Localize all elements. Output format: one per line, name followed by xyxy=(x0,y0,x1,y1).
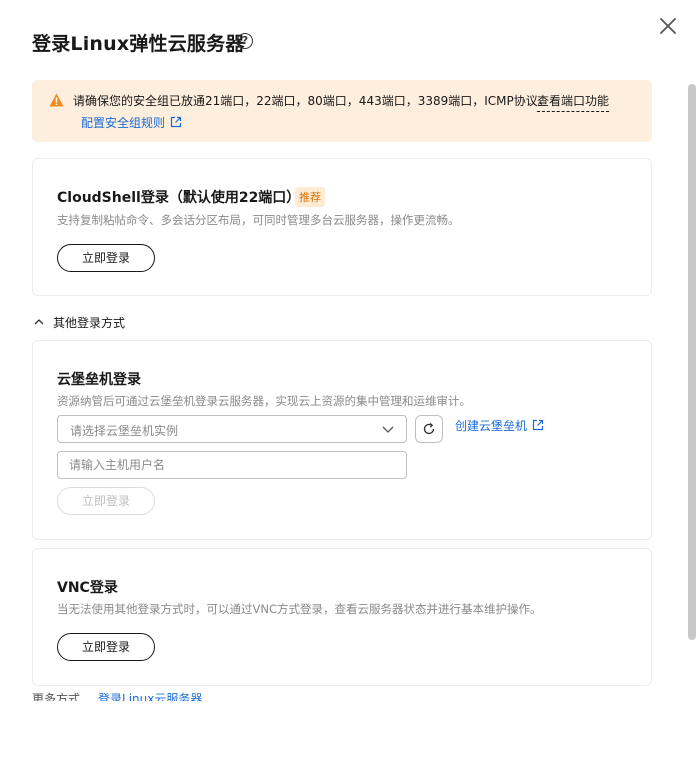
create-bastion-label: 创建云堡垒机 xyxy=(455,419,528,433)
other-methods-label: 其他登录方式 xyxy=(53,316,126,330)
cloudshell-card: CloudShell登录（默认使用22端口） 推荐 支持复制粘帖命令、多会话分区… xyxy=(32,158,652,296)
cloudshell-description: 支持复制粘帖命令、多会话分区布局，可同时管理多台云服务器，操作更流畅。 xyxy=(57,213,460,227)
cloudshell-login-button[interactable]: 立即登录 xyxy=(57,244,155,272)
help-icon[interactable]: ? xyxy=(237,33,253,49)
linux-login-guide-link[interactable]: 登录Linux云服务器 xyxy=(98,692,202,701)
vnc-title: VNC登录 xyxy=(57,580,118,596)
external-link-icon xyxy=(170,116,182,128)
scrollbar-thumb[interactable] xyxy=(688,84,696,640)
bastion-description: 资源纳管后可通过云堡垒机登录云服务器，实现云上资源的集中管理和运维审计。 xyxy=(57,394,471,408)
vnc-description: 当无法使用其他登录方式时，可以通过VNC方式登录，查看云服务器状态并进行基本维护… xyxy=(57,602,542,616)
vnc-card: VNC登录 当无法使用其他登录方式时，可以通过VNC方式登录，查看云服务器状态并… xyxy=(32,548,652,686)
bastion-title: 云堡垒机登录 xyxy=(57,372,141,388)
vnc-login-button[interactable]: 立即登录 xyxy=(57,633,155,661)
warning-icon xyxy=(49,93,64,107)
chevron-up-icon xyxy=(34,319,44,325)
cloudshell-title: CloudShell登录（默认使用22端口） xyxy=(57,190,301,206)
close-icon[interactable] xyxy=(656,14,680,38)
bastion-card: 云堡垒机登录 资源纳管后可通过云堡垒机登录云服务器，实现云上资源的集中管理和运维… xyxy=(32,340,652,540)
other-methods-toggle[interactable]: 其他登录方式 xyxy=(34,314,125,331)
host-username-input[interactable] xyxy=(57,451,407,479)
bastion-instance-select[interactable]: 请选择云堡垒机实例 xyxy=(57,415,407,443)
view-ports-link[interactable]: 查看端口功能 xyxy=(537,92,610,112)
bastion-login-button[interactable]: 立即登录 xyxy=(57,487,155,515)
configure-security-rules-label: 配置安全组规则 xyxy=(81,116,166,130)
recommended-badge: 推荐 xyxy=(295,187,325,207)
configure-security-rules-link[interactable]: 配置安全组规则 xyxy=(81,114,182,131)
more-methods-row: 更多方式 登录Linux云服务器 xyxy=(32,692,202,701)
refresh-icon xyxy=(423,423,435,435)
dialog-title: 登录Linux弹性云服务器 xyxy=(32,33,245,55)
more-methods-label: 更多方式 xyxy=(32,692,81,701)
chevron-down-icon xyxy=(382,426,394,433)
refresh-button[interactable] xyxy=(415,415,443,443)
alert-message: 请确保您的安全组已放通21端口，22端口，80端口，443端口，3389端口，I… xyxy=(73,94,550,108)
security-group-alert: 请确保您的安全组已放通21端口，22端口，80端口，443端口，3389端口，I… xyxy=(32,80,652,142)
external-link-icon xyxy=(532,419,544,431)
create-bastion-link[interactable]: 创建云堡垒机 xyxy=(455,417,544,434)
bastion-select-placeholder: 请选择云堡垒机实例 xyxy=(70,424,179,438)
